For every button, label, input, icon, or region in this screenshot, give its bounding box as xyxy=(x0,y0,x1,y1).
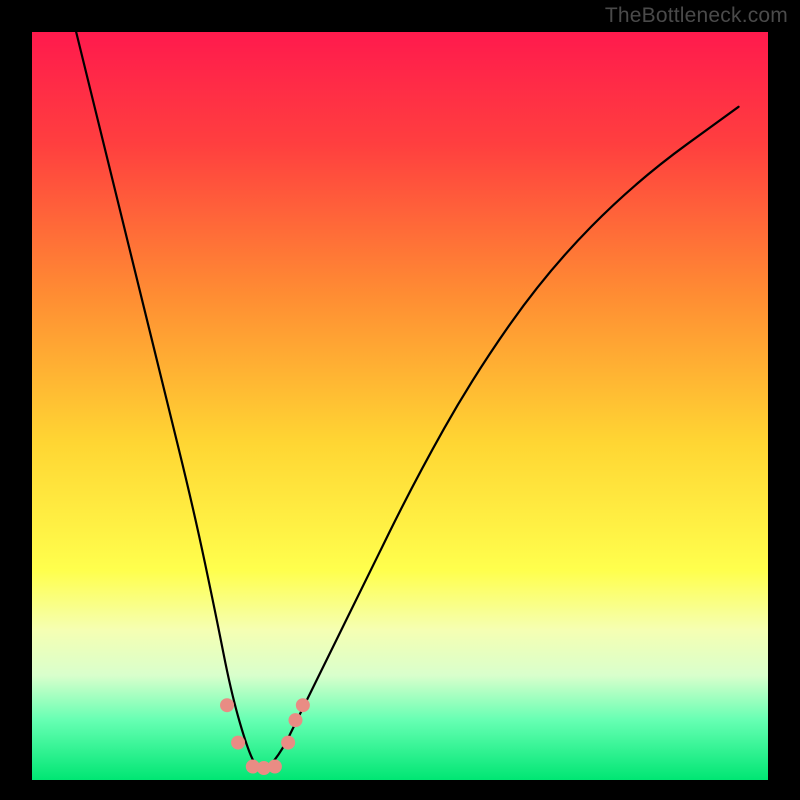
bottleneck-chart xyxy=(0,0,800,800)
highlight-dot xyxy=(296,698,310,712)
chart-frame: TheBottleneck.com xyxy=(0,0,800,800)
highlight-dot xyxy=(288,713,302,727)
highlight-dot xyxy=(268,760,282,774)
highlight-dot xyxy=(220,698,234,712)
highlight-dot xyxy=(231,736,245,750)
watermark-text: TheBottleneck.com xyxy=(605,4,788,28)
plot-background xyxy=(32,32,768,780)
highlight-dot xyxy=(281,736,295,750)
